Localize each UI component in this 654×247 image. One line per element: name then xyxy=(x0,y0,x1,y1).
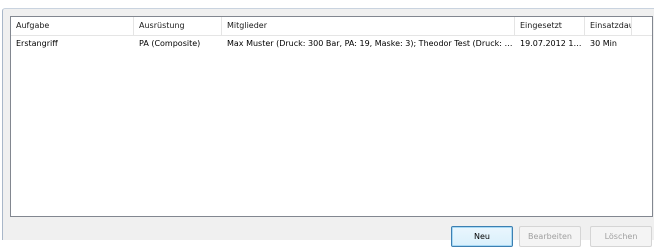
column-header-einsatzdauer[interactable]: Einsatzdauer xyxy=(585,17,632,35)
new-button[interactable]: Neu xyxy=(451,226,513,247)
column-header-aufgabe[interactable]: Aufgabe xyxy=(11,17,134,35)
edit-button[interactable]: Bearbeiten xyxy=(519,226,581,247)
column-header-mitglieder[interactable]: Mitglieder xyxy=(222,17,515,35)
column-header-ausruestung[interactable]: Ausrüstung xyxy=(134,17,222,35)
assignments-list-view[interactable]: Aufgabe Ausrüstung Mitglieder Eingesetzt… xyxy=(10,16,653,217)
cell-ausruestung: PA (Composite) xyxy=(139,39,201,48)
cell-eingesetzt: 19.07.2012 19:45 xyxy=(520,39,585,48)
cell-mitglieder: Max Muster (Druck: 300 Bar, PA: 19, Mask… xyxy=(227,39,515,48)
delete-button[interactable]: Löschen xyxy=(590,226,652,247)
window-panel: Aufgabe Ausrüstung Mitglieder Eingesetzt… xyxy=(2,8,654,247)
column-header-eingesetzt[interactable]: Eingesetzt xyxy=(515,17,585,35)
table-row[interactable]: Erstangriff PA (Composite) Max Muster (D… xyxy=(11,36,652,51)
list-header: Aufgabe Ausrüstung Mitglieder Eingesetzt… xyxy=(11,17,652,36)
cell-aufgabe: Erstangriff xyxy=(16,39,58,48)
cell-einsatzdauer: 30 Min xyxy=(590,39,617,48)
